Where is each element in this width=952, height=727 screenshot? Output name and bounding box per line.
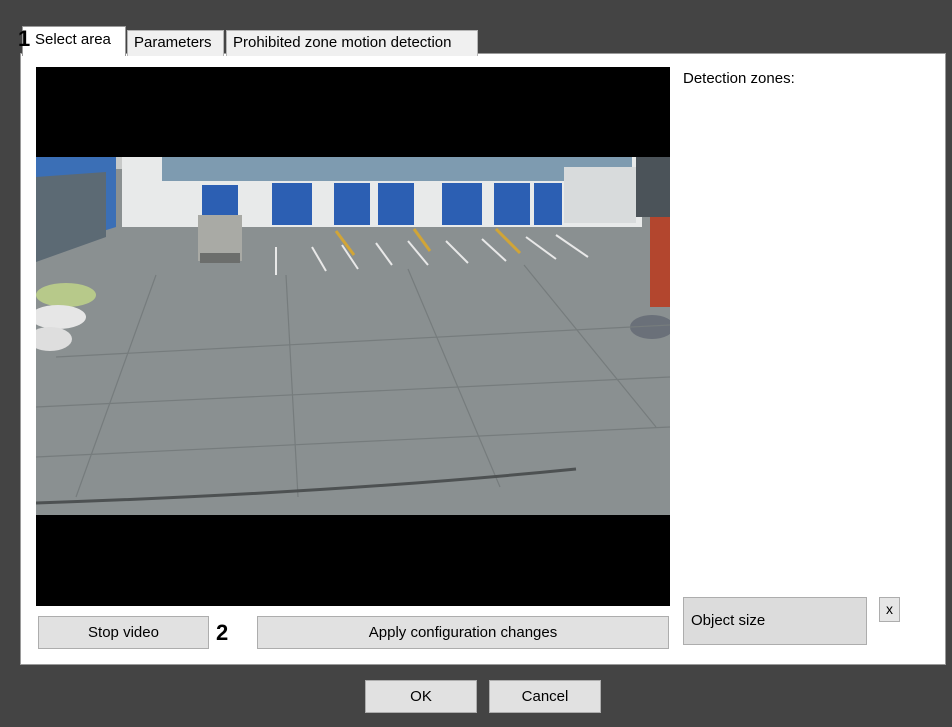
- tab-parameters[interactable]: Parameters: [127, 30, 224, 56]
- tab-select-area[interactable]: Select area: [22, 26, 126, 56]
- callout-number-1: 1: [18, 26, 31, 51]
- cancel-button[interactable]: Cancel: [489, 680, 601, 713]
- detection-zones-label: Detection zones:: [683, 70, 795, 87]
- camera-feed-image: [36, 157, 670, 515]
- tab-prohibited-zone-motion-detection[interactable]: Prohibited zone motion detection: [226, 30, 478, 56]
- callout-number-2: 2: [216, 620, 229, 645]
- stop-video-button[interactable]: Stop video: [38, 616, 209, 649]
- camera-feed-picture: [36, 157, 670, 515]
- ok-button[interactable]: OK: [365, 680, 477, 713]
- apply-configuration-changes-button[interactable]: Apply configuration changes: [257, 616, 669, 649]
- object-size-button[interactable]: Object size: [683, 597, 867, 645]
- video-viewport[interactable]: [36, 67, 670, 606]
- remove-zone-button[interactable]: x: [879, 597, 900, 622]
